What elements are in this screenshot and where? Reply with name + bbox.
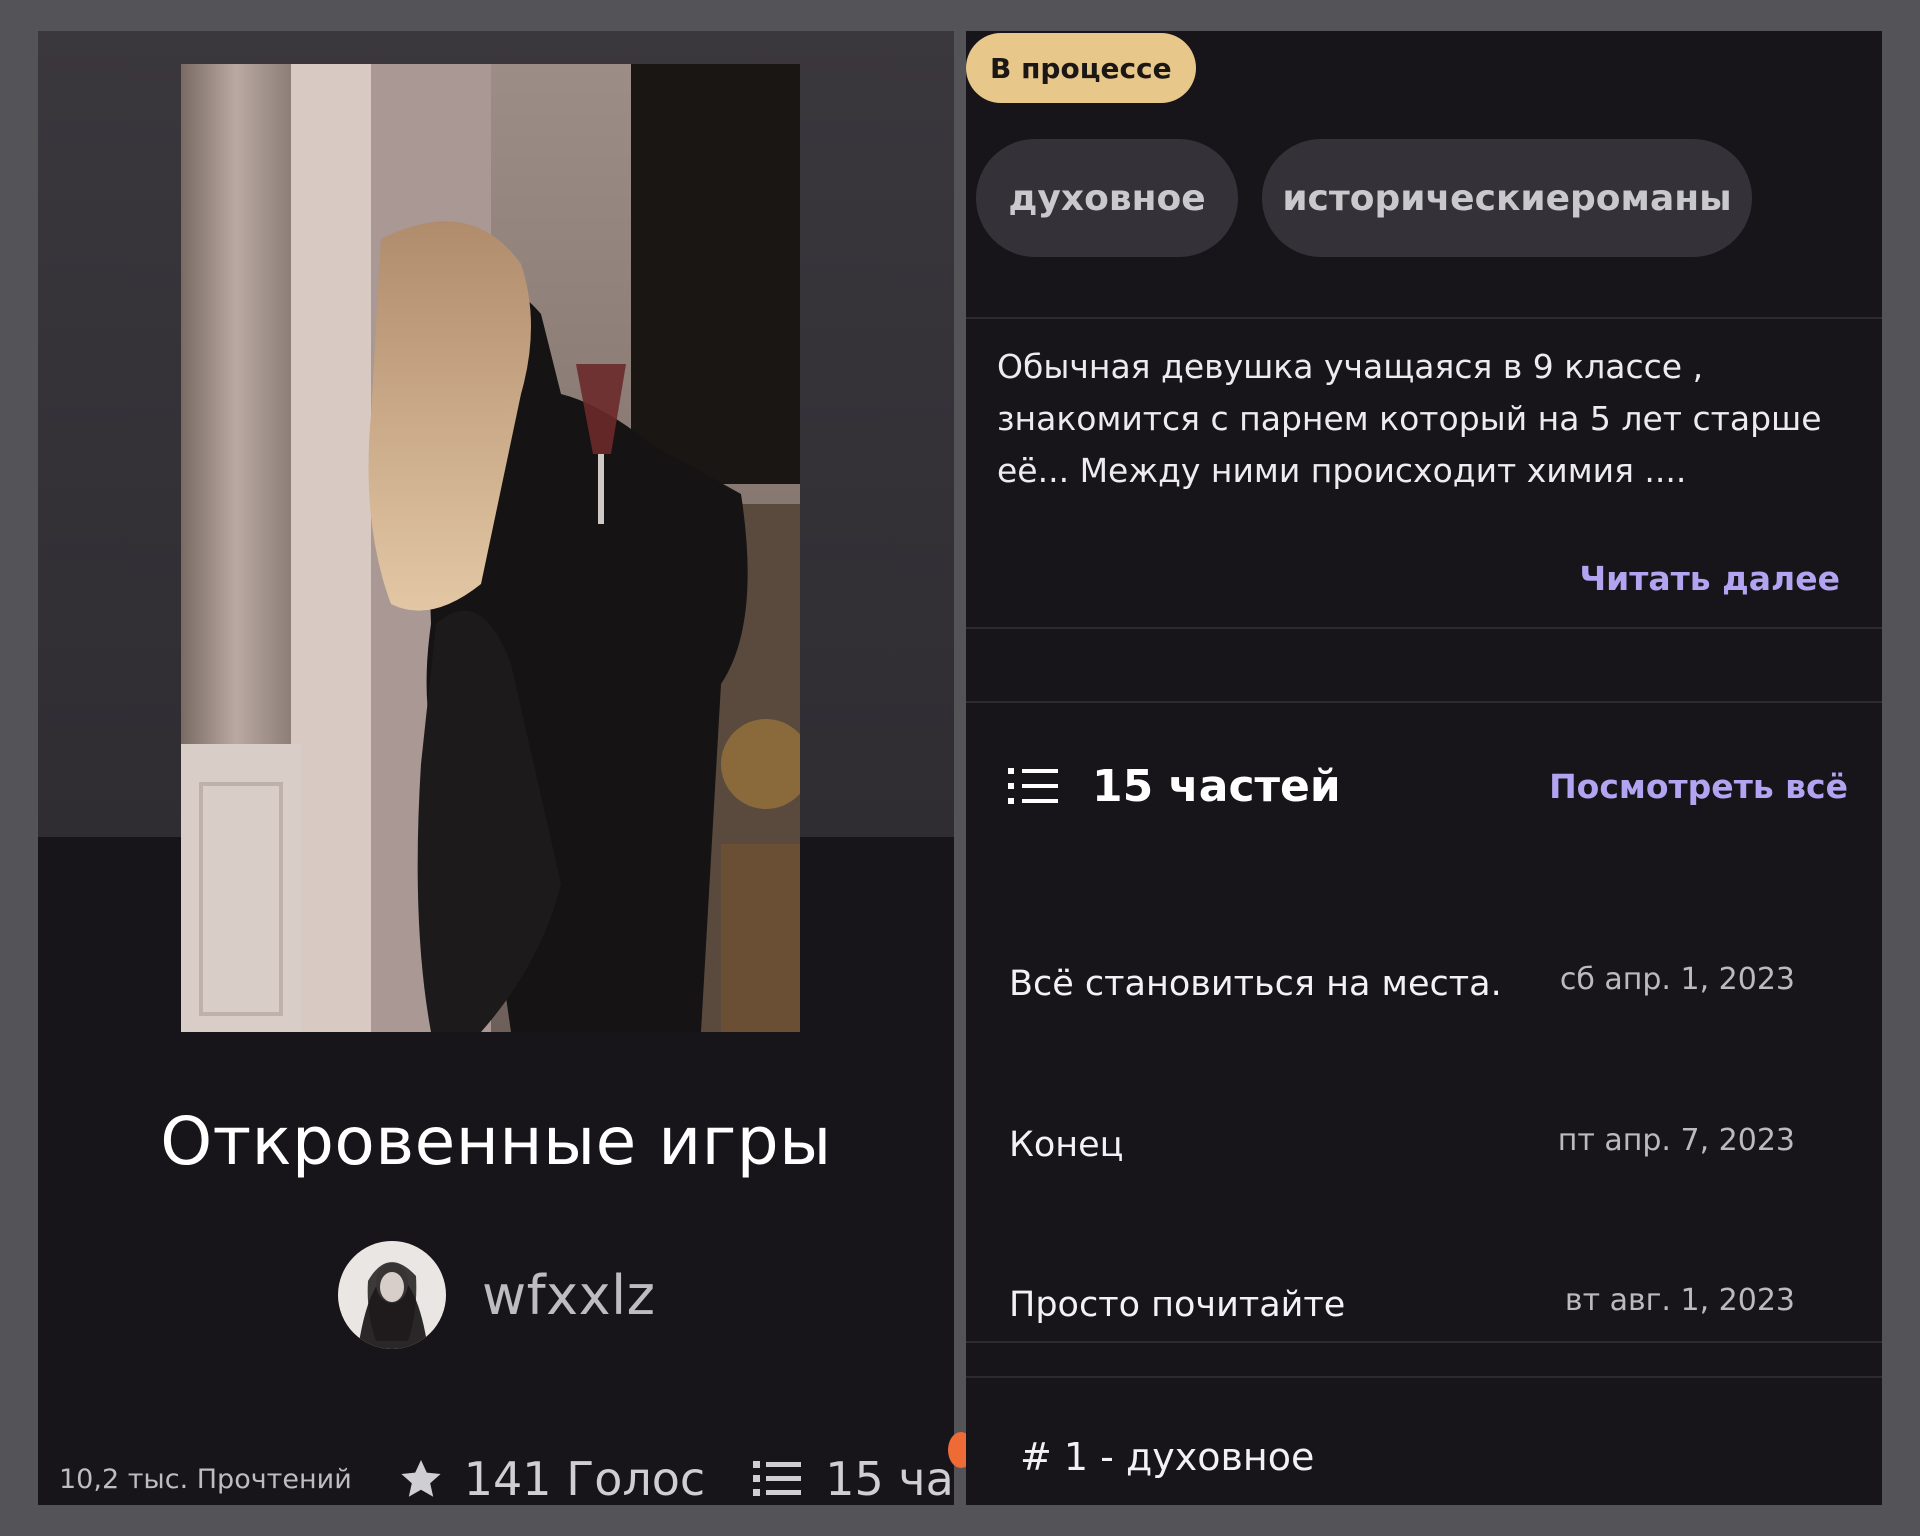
divider (966, 317, 1882, 319)
author-avatar[interactable] (338, 1241, 446, 1349)
list-icon (753, 1457, 802, 1501)
divider (966, 701, 1882, 703)
divider (966, 1341, 1882, 1343)
view-all-link[interactable]: Посмотреть всё (1549, 767, 1848, 806)
reads-count: 10,2 тыс. Прочтений (59, 1463, 352, 1495)
story-cover-panel: Откровенные игры wfxxlz 10,2 тыс. Прочте… (38, 31, 954, 1505)
star-icon (396, 1454, 446, 1504)
chapter-list-item[interactable]: Просто почитайте вт авг. 1, 2023 (1009, 1270, 1795, 1330)
votes-count: 141 Голос (463, 1452, 706, 1505)
chapter-title: Просто почитайте (1009, 1285, 1346, 1325)
chapter-title: Конец (1009, 1125, 1124, 1165)
story-stats-row: 10,2 тыс. Прочтений 141 Голос 15 часте (38, 1439, 954, 1505)
screenshot-stage: Откровенные игры wfxxlz 10,2 тыс. Прочте… (0, 0, 1920, 1536)
story-details-panel: В процессе духовное историческиеромaны О… (966, 31, 1882, 1505)
author-row[interactable]: wfxxlz (338, 1241, 655, 1349)
tag-chip[interactable]: историческиеромaны (1262, 139, 1752, 257)
chapter-title: Всё становиться на места. (1009, 964, 1502, 1004)
chapter-date: пт апр. 7, 2023 (1557, 1122, 1795, 1158)
author-name[interactable]: wfxxlz (482, 1264, 655, 1327)
chapter-date: вт авг. 1, 2023 (1564, 1282, 1795, 1318)
divider (966, 1376, 1882, 1378)
parts-count-heading: 15 частей (1092, 760, 1341, 812)
story-cover-image[interactable] (181, 64, 800, 1032)
read-more-link[interactable]: Читать далее (1579, 559, 1840, 598)
parts-header: 15 частей Посмотреть всё (1008, 753, 1848, 819)
story-title: Откровенные игры (160, 1103, 832, 1180)
chapter-list-item[interactable]: Всё становиться на места. сб апр. 1, 202… (1009, 949, 1795, 1009)
chapter-date: сб апр. 1, 2023 (1559, 961, 1795, 997)
chapter-list-item[interactable]: Конец пт апр. 7, 2023 (1009, 1110, 1795, 1170)
tag-chip[interactable]: духовное (976, 139, 1238, 257)
ranking-label[interactable]: # 1 - духовное (1020, 1435, 1314, 1479)
divider (966, 627, 1882, 629)
parts-count: 15 часте (825, 1452, 954, 1505)
story-description: Обычная девушка учащаяся в 9 классе , зн… (997, 347, 1822, 490)
list-icon (1008, 764, 1058, 808)
status-badge: В процессе (966, 33, 1196, 103)
